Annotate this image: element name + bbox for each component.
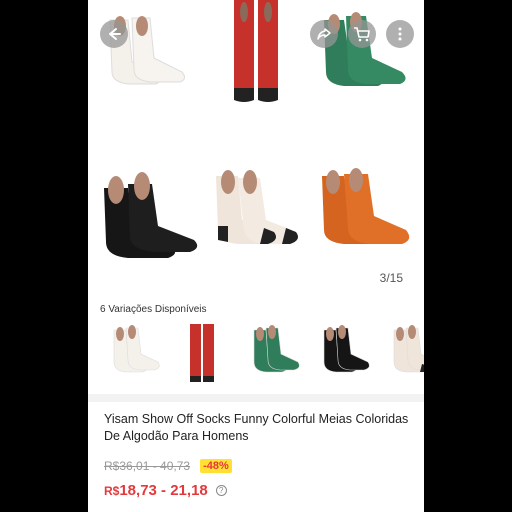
price-row: R$18,73 - 21,18 ?	[104, 482, 227, 499]
section-divider	[88, 394, 424, 402]
discount-badge: -48%	[200, 459, 232, 473]
variation-sock-image	[190, 324, 214, 382]
variation-sock-image	[323, 325, 370, 373]
sock-red-top	[234, 0, 278, 102]
back-arrow-icon	[109, 28, 121, 40]
variation-sock-image	[253, 325, 300, 373]
variation-sock-image	[113, 325, 160, 373]
share-button[interactable]	[310, 20, 338, 48]
sock-black	[104, 172, 198, 258]
variation-thumbnail[interactable]	[312, 322, 376, 386]
product-image-gallery[interactable]: 3/15	[88, 0, 424, 296]
sock-orange	[322, 168, 410, 244]
variation-thumbnail[interactable]	[172, 322, 236, 386]
image-pager: 3/15	[372, 266, 410, 290]
product-page: 3/15 6 Variações Disponíveis Yisam Show …	[88, 0, 424, 512]
old-price-row: R$36,01 - 40,73 -48%	[104, 459, 232, 473]
variations-section: 6 Variações Disponíveis	[88, 296, 424, 396]
back-button[interactable]	[100, 20, 128, 48]
price-info-icon[interactable]: ?	[215, 485, 227, 496]
variation-thumbnail[interactable]	[102, 322, 166, 386]
product-image	[104, 0, 410, 258]
sock-cream	[216, 170, 298, 244]
more-icon	[398, 27, 402, 41]
variation-thumbnails	[88, 322, 424, 386]
variation-thumbnail[interactable]	[242, 322, 306, 386]
cart-button[interactable]	[348, 20, 376, 48]
old-price: R$36,01 - 40,73	[104, 459, 191, 473]
product-title: Yisam Show Off Socks Funny Colorful Meia…	[104, 412, 409, 443]
current-price: R$18,73 - 21,18	[104, 482, 208, 499]
variations-title: 6 Variações Disponíveis	[100, 304, 207, 315]
variation-thumbnail[interactable]	[382, 322, 424, 386]
more-button[interactable]	[386, 20, 414, 48]
share-icon	[317, 28, 331, 40]
variation-sock-image	[393, 325, 424, 373]
price-currency: R$	[104, 484, 120, 498]
cart-icon	[354, 27, 370, 42]
product-info: Yisam Show Off Socks Funny Colorful Meia…	[88, 402, 424, 512]
price-value: 18,73 - 21,18	[119, 482, 208, 499]
